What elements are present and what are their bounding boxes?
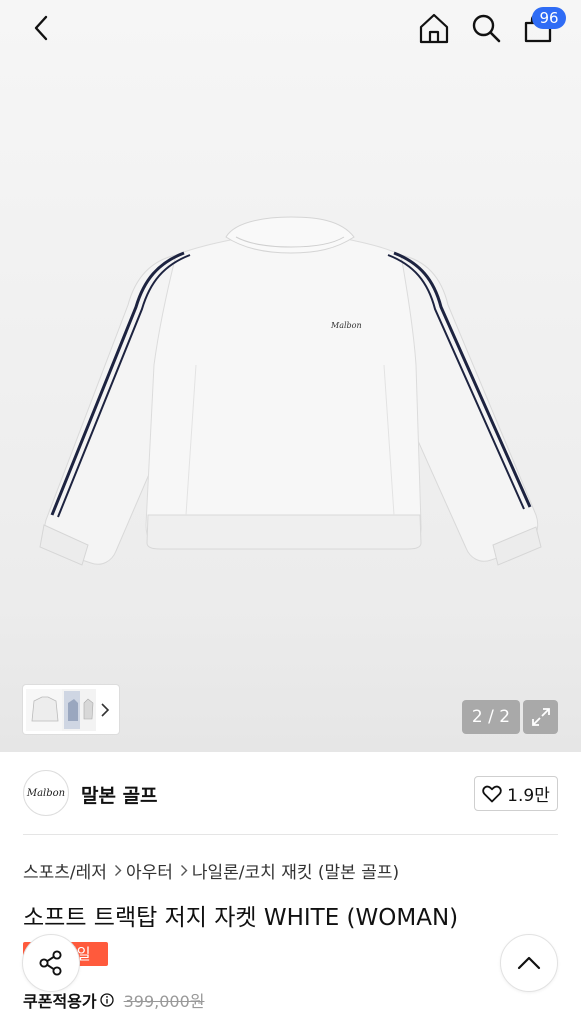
chevron-right-icon <box>180 864 188 877</box>
search-button[interactable] <box>464 6 508 50</box>
heart-icon <box>482 785 502 802</box>
brand-row: Malbon 말본 골프 1.9만 <box>23 770 558 818</box>
back-button[interactable] <box>22 8 62 48</box>
chevron-left-icon <box>34 15 48 41</box>
home-button[interactable] <box>412 6 456 50</box>
chevron-up-icon <box>517 956 541 970</box>
svg-text:Malbon: Malbon <box>330 321 362 330</box>
like-count: 1.9만 <box>507 786 550 806</box>
divider <box>23 834 558 835</box>
breadcrumb-item-outer[interactable]: 아우터 <box>126 858 173 883</box>
home-icon <box>419 13 449 44</box>
info-icon[interactable] <box>99 993 114 1007</box>
coupon-price-label: 쿠폰적용가 <box>23 992 97 1011</box>
fullscreen-button[interactable] <box>523 700 558 734</box>
share-button[interactable] <box>22 934 80 992</box>
product-title: 소프트 트랙탑 저지 자켓 WHITE (WOMAN) <box>23 905 459 931</box>
brand-name[interactable]: 말본 골프 <box>81 781 158 808</box>
cart-count-badge: 96 <box>532 7 566 29</box>
expand-icon <box>531 708 550 726</box>
breadcrumb-item-coach-jacket[interactable]: 나일론/코치 재킷 (말본 골프) <box>192 858 399 883</box>
original-price: 399,000원 <box>123 992 205 1011</box>
image-counter: 2 / 2 <box>462 700 520 734</box>
top-bar: 96 <box>0 0 581 56</box>
chevron-right-icon[interactable] <box>100 702 110 717</box>
product-image-jacket[interactable]: Malbon <box>36 215 546 595</box>
chevron-right-icon <box>114 864 122 877</box>
brand-logo[interactable]: Malbon <box>23 770 69 816</box>
price-row: 쿠폰적용가 399,000원 <box>23 988 205 1012</box>
like-button[interactable]: 1.9만 <box>474 776 558 811</box>
product-gallery[interactable]: 96 Malbon 2 / 2 <box>0 0 581 752</box>
thumbnail-strip[interactable] <box>23 685 119 734</box>
thumbnail-images[interactable] <box>26 688 96 731</box>
search-icon <box>472 14 501 43</box>
share-icon <box>39 950 62 976</box>
breadcrumb: 스포츠/레저 아우터 나일론/코치 재킷 (말본 골프) <box>23 858 399 883</box>
breadcrumb-item-sports[interactable]: 스포츠/레저 <box>23 858 107 883</box>
scroll-top-button[interactable] <box>500 934 558 992</box>
